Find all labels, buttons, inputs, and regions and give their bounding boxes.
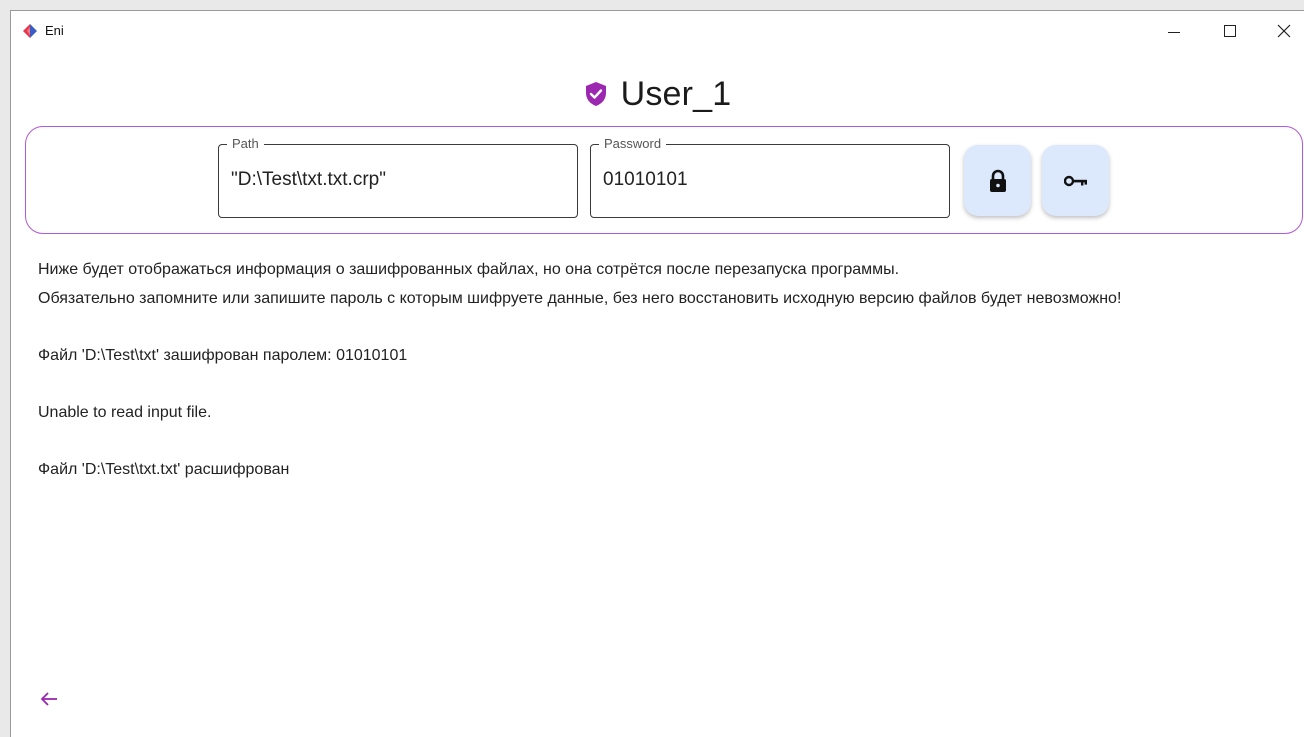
password-input[interactable] (603, 169, 933, 191)
app-window: Eni User_1 Path Password (10, 10, 1304, 737)
path-input[interactable] (231, 169, 561, 191)
user-name: User_1 (620, 74, 732, 113)
shield-check-icon (585, 82, 606, 106)
lock-icon (989, 169, 1006, 192)
decrypt-button[interactable] (1042, 145, 1109, 216)
minimize-icon (1168, 31, 1180, 33)
maximize-button[interactable] (1207, 11, 1253, 51)
key-icon (1063, 175, 1087, 186)
arrow-left-icon (40, 692, 57, 706)
back-button[interactable] (35, 687, 63, 711)
close-button[interactable] (1261, 11, 1304, 51)
maximize-icon (1224, 25, 1236, 37)
info-line: Ниже будет отображаться информация о заш… (38, 261, 900, 278)
path-label: Path (227, 136, 264, 152)
window-title: Eni (45, 23, 64, 38)
log-entry: Файл 'D:\Test\txt.txt' расшифрован (38, 461, 290, 478)
control-panel: Path Password (25, 126, 1303, 234)
user-header: User_1 (11, 69, 1304, 119)
path-field[interactable]: Path (218, 136, 578, 218)
log-area: Ниже будет отображаться информация о заш… (38, 255, 1303, 484)
encrypt-button[interactable] (964, 145, 1031, 216)
info-line: Обязательно запомните или запишите парол… (38, 290, 1122, 307)
log-entry: Файл 'D:\Test\txt' зашифрован паролем: 0… (38, 347, 408, 364)
password-field[interactable]: Password (590, 136, 950, 218)
password-label: Password (599, 136, 667, 152)
app-logo-icon (23, 24, 37, 38)
title-bar[interactable]: Eni (11, 11, 1304, 51)
minimize-button[interactable] (1151, 11, 1197, 51)
close-icon (1277, 24, 1291, 38)
log-entry: Unable to read input file. (38, 404, 212, 421)
